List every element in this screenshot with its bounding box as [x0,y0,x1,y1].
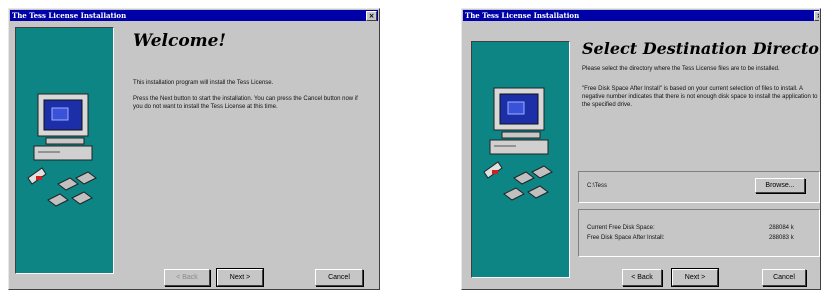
destination-close-button[interactable]: × [814,11,819,21]
next-button[interactable]: Next > [671,268,719,287]
welcome-instructions-text: Press the Next button to start the insta… [133,96,358,110]
cancel-button[interactable]: Cancel [315,269,363,286]
welcome-intro-text: This installation program will install t… [133,80,274,86]
current-free-space-label: Current Free Disk Space: [587,225,655,231]
destination-setup-illustration [471,41,570,278]
free-space-after-install-value: 288083 k [769,235,794,241]
next-button[interactable]: Next > [216,268,264,287]
back-button[interactable]: < Back [622,269,662,286]
free-space-after-install-label: Free Disk Space After Install: [587,235,665,241]
destination-window-title: The Tess License Installation [465,11,580,20]
disk-space-group: Current Free Disk Space: 288084 k Free D… [578,209,820,257]
back-button[interactable]: < Back [164,269,210,286]
destination-path: C:\Tess [587,183,608,189]
welcome-setup-illustration [15,27,114,274]
destination-intro-text: Please select the directory where the Te… [582,66,780,72]
destination-note-text: "Free Disk Space After Install" is based… [582,86,818,108]
computer-setup-icon [27,93,97,207]
computer-setup-icon [483,87,553,201]
destination-dialog: The Tess License Installation × Select D… [461,8,821,290]
welcome-heading: Welcome! [133,31,226,51]
destination-title-bar[interactable]: The Tess License Installation × [463,10,819,21]
destination-heading: Select Destination Directory [582,39,821,58]
current-free-space-value: 288084 k [769,225,794,231]
welcome-dialog: The Tess License Installation × Welcome!… [8,8,380,290]
close-icon: × [368,12,375,20]
close-icon: × [817,12,819,20]
destination-folder-group: C:\Tess Browse... [578,171,820,203]
cancel-button[interactable]: Cancel [762,269,806,286]
welcome-window-title: The Tess License Installation [12,11,127,20]
browse-button[interactable]: Browse... [755,178,805,193]
welcome-title-bar[interactable]: The Tess License Installation × [10,10,378,21]
welcome-close-button[interactable]: × [366,11,377,21]
